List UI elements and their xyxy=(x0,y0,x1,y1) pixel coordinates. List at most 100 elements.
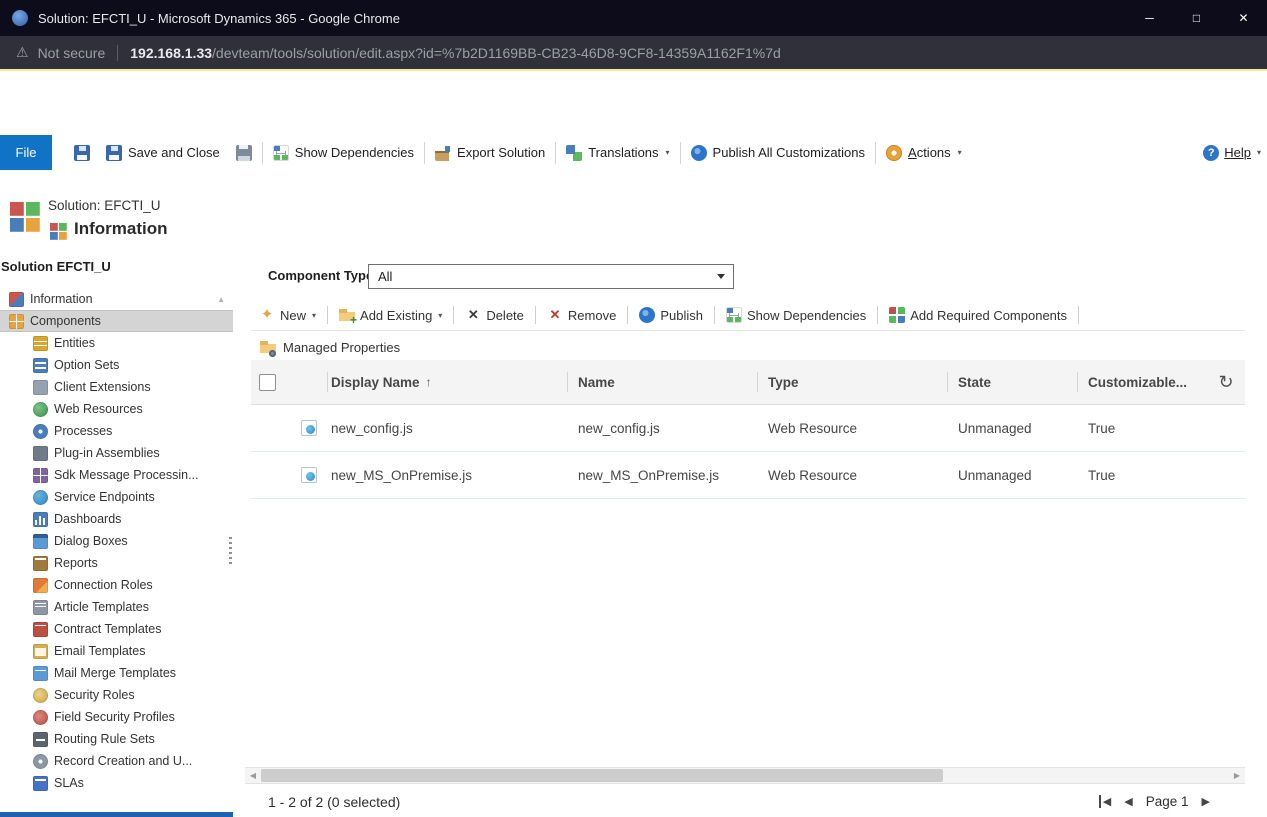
sidebar-item-routing-rule-sets[interactable]: Routing Rule Sets xyxy=(0,728,233,750)
sidebar-item-slas[interactable]: SLAs xyxy=(0,772,233,794)
scrollbar-thumb[interactable] xyxy=(261,769,943,782)
caret-down-icon: ▾ xyxy=(312,311,316,320)
sidebar-item-email-templates[interactable]: Email Templates xyxy=(0,640,233,662)
sidebar-item-article-templates[interactable]: Article Templates xyxy=(0,596,233,618)
add-existing-button[interactable]: Add Existing▾ xyxy=(331,307,450,323)
email-templates-icon xyxy=(33,644,48,659)
sidebar-item-dialog-boxes[interactable]: Dialog Boxes xyxy=(0,530,233,552)
caret-down-icon: ▾ xyxy=(1257,148,1261,157)
screen: Solution: EFCTI_U - Microsoft Dynamics 3… xyxy=(0,0,1267,817)
sidebar-item-record-creation[interactable]: Record Creation and U... xyxy=(0,750,233,772)
save-and-close-button[interactable]: Save and Close xyxy=(98,139,228,167)
column-header-display-name[interactable]: Display Name↑ xyxy=(327,360,567,404)
save-button[interactable] xyxy=(66,139,98,167)
sidebar-item-label: Connection Roles xyxy=(54,578,153,592)
toolbar-separator xyxy=(627,306,628,324)
print-icon xyxy=(236,145,252,161)
sidebar-item-connection-roles[interactable]: Connection Roles xyxy=(0,574,233,596)
sidebar-item-label: Email Templates xyxy=(54,644,145,658)
sidebar-item-mail-merge-templates[interactable]: Mail Merge Templates xyxy=(0,662,233,684)
contract-templates-icon xyxy=(33,622,48,637)
sidebar-item-entities[interactable]: Entities xyxy=(0,332,233,354)
sidebar-item-label: Dashboards xyxy=(54,512,121,526)
sidebar-item-dashboards[interactable]: Dashboards xyxy=(0,508,233,530)
sidebar-item-label: Dialog Boxes xyxy=(54,534,128,548)
component-type-select[interactable]: All xyxy=(368,264,734,289)
file-tab[interactable]: File xyxy=(0,135,52,170)
sdk-message-processing-icon xyxy=(33,468,48,483)
help-button[interactable]: Help▾ xyxy=(1203,135,1261,170)
sidebar-item-sdk-message-processing[interactable]: Sdk Message Processin... xyxy=(0,464,233,486)
horizontal-scrollbar[interactable]: ◀ ▶ xyxy=(245,767,1245,784)
url-path: /devteam/tools/solution/edit.aspx?id=%7b… xyxy=(212,45,781,61)
close-icon[interactable]: ✕ xyxy=(1220,0,1267,36)
window-controls: ─ □ ✕ xyxy=(1126,0,1267,36)
remove-button[interactable]: Remove xyxy=(539,307,624,323)
grid-header: Display Name↑ Name Type State Customizab… xyxy=(251,360,1245,405)
cell-state: Unmanaged xyxy=(947,421,1077,436)
refresh-button[interactable]: ↻ xyxy=(1211,367,1241,397)
splitter-handle[interactable] xyxy=(229,537,232,565)
publish-button[interactable]: Publish xyxy=(631,307,711,323)
column-header-name[interactable]: Name xyxy=(567,360,757,404)
sidebar-item-option-sets[interactable]: Option Sets xyxy=(0,354,233,376)
sidebar-item-service-endpoints[interactable]: Service Endpoints xyxy=(0,486,233,508)
publish-all-button[interactable]: Publish All Customizations xyxy=(683,139,873,167)
column-header-customizable[interactable]: Customizable... xyxy=(1077,360,1207,404)
sidebar-item-label: Components xyxy=(30,314,101,328)
sidebar-item-security-roles[interactable]: Security Roles xyxy=(0,684,233,706)
grid-show-dependencies-button[interactable]: Show Dependencies xyxy=(718,307,874,323)
actions-button[interactable]: Actions▾ xyxy=(878,139,970,167)
sidebar-item-information[interactable]: Information xyxy=(0,288,233,310)
cell-name: new_MS_OnPremise.js xyxy=(567,468,757,483)
ribbon-separator xyxy=(555,142,556,164)
select-all-checkbox[interactable] xyxy=(259,374,276,391)
column-header-state[interactable]: State xyxy=(947,360,1077,404)
security-label[interactable]: Not secure xyxy=(38,45,106,61)
maximize-icon[interactable]: □ xyxy=(1173,0,1220,36)
dialog-boxes-icon xyxy=(33,534,48,549)
translations-button[interactable]: Translations▾ xyxy=(558,139,677,167)
show-dependencies-button[interactable]: Show Dependencies xyxy=(265,139,422,167)
add-required-icon xyxy=(889,307,905,323)
url-text[interactable]: 192.168.1.33/devteam/tools/solution/edit… xyxy=(130,45,781,61)
sidebar-item-client-extensions[interactable]: Client Extensions xyxy=(0,376,233,398)
previous-page-button[interactable]: ◀ xyxy=(1124,795,1132,808)
sidebar-item-web-resources[interactable]: Web Resources xyxy=(0,398,233,420)
address-bar[interactable]: ⚠ Not secure 192.168.1.33/devteam/tools/… xyxy=(0,36,1267,69)
sidebar-item-plug-in-assemblies[interactable]: Plug-in Assemblies xyxy=(0,442,233,464)
cell-customizable: True xyxy=(1077,421,1207,436)
publish-all-icon xyxy=(691,145,707,161)
table-row[interactable]: new_config.jsnew_config.jsWeb ResourceUn… xyxy=(251,405,1245,452)
managed-properties-button[interactable]: Managed Properties xyxy=(251,334,409,360)
scroll-left-icon[interactable]: ◀ xyxy=(245,771,261,780)
add-required-components-button[interactable]: Add Required Components xyxy=(881,307,1075,323)
minimize-icon[interactable]: ─ xyxy=(1126,0,1173,36)
first-page-button[interactable]: ◀ xyxy=(1099,795,1111,808)
scroll-right-icon[interactable]: ▶ xyxy=(1229,771,1245,780)
export-solution-button[interactable]: Export Solution xyxy=(427,139,553,167)
new-button[interactable]: New▾ xyxy=(251,307,324,323)
select-caret-icon xyxy=(717,274,725,279)
print-button[interactable] xyxy=(228,139,260,167)
sidebar-item-processes[interactable]: Processes xyxy=(0,420,233,442)
toolbar-separator xyxy=(877,306,878,324)
scroll-up-icon[interactable]: ▲ xyxy=(217,295,225,304)
mail-merge-templates-icon xyxy=(33,666,48,681)
sidebar-item-label: Record Creation and U... xyxy=(54,754,192,768)
column-header-type[interactable]: Type xyxy=(757,360,947,404)
actions-icon xyxy=(886,145,902,161)
ribbon-separator xyxy=(875,142,876,164)
remove-label: Remove xyxy=(568,308,616,323)
sidebar-item-reports[interactable]: Reports xyxy=(0,552,233,574)
export-solution-icon xyxy=(435,145,451,161)
delete-button[interactable]: Delete xyxy=(457,307,532,323)
sidebar-item-contract-templates[interactable]: Contract Templates xyxy=(0,618,233,640)
sidebar-item-field-security-profiles[interactable]: Field Security Profiles xyxy=(0,706,233,728)
table-row[interactable]: new_MS_OnPremise.jsnew_MS_OnPremise.jsWe… xyxy=(251,452,1245,499)
web-resource-icon xyxy=(301,467,317,483)
next-page-button[interactable]: ▶ xyxy=(1202,795,1210,808)
option-sets-icon xyxy=(33,358,48,373)
solution-icon xyxy=(10,202,40,232)
sidebar-item-components[interactable]: Components xyxy=(0,310,233,332)
